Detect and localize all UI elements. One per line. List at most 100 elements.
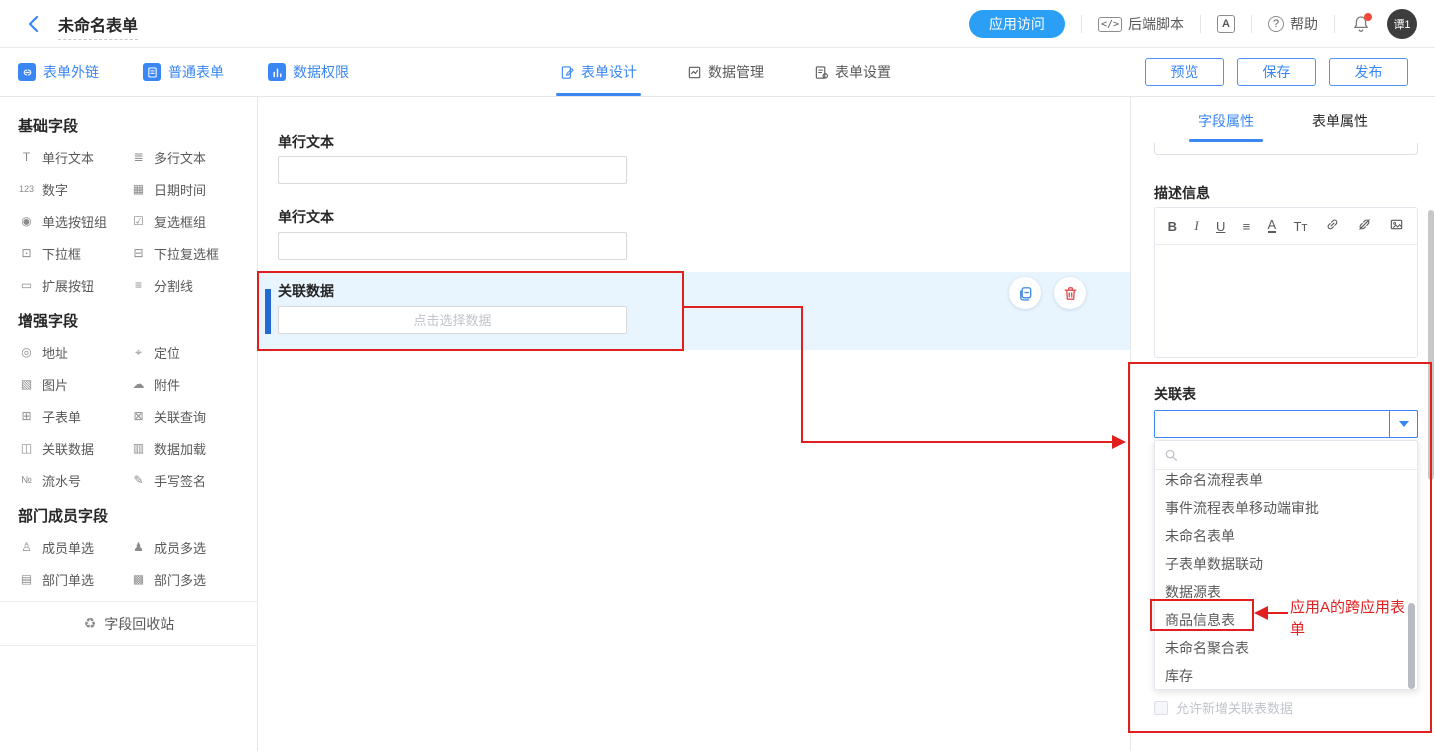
italic-icon[interactable]: I xyxy=(1194,218,1198,234)
backend-script-button[interactable]: </> 后端脚本 xyxy=(1098,14,1184,34)
translate-icon[interactable]: A xyxy=(1217,15,1235,33)
field-recycle-bin-button[interactable]: ♻ 字段回收站 xyxy=(0,601,258,646)
tab-form-design[interactable]: 表单设计 xyxy=(560,48,637,96)
data-load-icon: ▥ xyxy=(130,441,147,455)
notification-bell-icon[interactable] xyxy=(1351,14,1371,34)
field-type-label: 流水号 xyxy=(42,471,81,490)
code-icon: </> xyxy=(1098,17,1122,32)
back-icon[interactable] xyxy=(24,14,44,34)
field-type-item[interactable]: ▭扩展按钮 xyxy=(18,269,130,301)
save-button[interactable]: 保存 xyxy=(1237,58,1316,86)
linked-data-picker-input[interactable] xyxy=(278,306,627,334)
field-type-label: 地址 xyxy=(42,343,68,362)
relation-table-select-input[interactable] xyxy=(1155,411,1389,437)
tab-form-settings[interactable]: 表单设置 xyxy=(814,48,891,96)
field-type-label: 复选框组 xyxy=(154,212,206,231)
normal-form-button[interactable]: 普通表单 xyxy=(143,62,224,82)
dropdown-option[interactable]: 未命名表单 xyxy=(1155,522,1417,550)
field-type-item[interactable]: ⊠关联查询 xyxy=(130,400,242,432)
font-color-icon[interactable]: A xyxy=(1268,219,1277,233)
dropdown-option[interactable]: 未命名聚合表 xyxy=(1155,634,1417,662)
tab-data-management[interactable]: 数据管理 xyxy=(687,48,764,96)
description-rich-text-editor[interactable]: B I U ≡ A Tт xyxy=(1154,207,1418,358)
number-icon: 123 xyxy=(18,184,35,194)
single-line-text-input[interactable] xyxy=(278,156,627,184)
field-type-item[interactable]: ▤部门单选 xyxy=(18,563,130,595)
select-caret-area[interactable] xyxy=(1389,411,1417,437)
field-type-label: 日期时间 xyxy=(154,180,206,199)
single-line-text-input[interactable] xyxy=(278,232,627,260)
align-icon[interactable]: ≡ xyxy=(1243,219,1251,234)
field-type-item[interactable]: ⌖定位 xyxy=(130,336,242,368)
help-button[interactable]: ? 帮助 xyxy=(1268,14,1318,34)
dropdown-option[interactable]: 数据源表 xyxy=(1155,578,1417,606)
checkbox-unchecked-icon[interactable] xyxy=(1154,701,1168,715)
notification-dot xyxy=(1364,13,1372,21)
duplicate-field-button[interactable] xyxy=(1009,277,1041,309)
member-single-icon: ♙ xyxy=(18,540,35,554)
page-title[interactable]: 未命名表单 xyxy=(58,18,138,40)
remove-link-icon[interactable] xyxy=(1357,217,1372,235)
tab-field-properties[interactable]: 字段属性 xyxy=(1198,97,1254,144)
field-type-item[interactable]: ≣多行文本 xyxy=(130,141,242,173)
field-type-item[interactable]: ☑ 复选框组 xyxy=(130,205,242,237)
avatar[interactable]: 谭1 xyxy=(1387,9,1417,39)
field-type-item[interactable]: ✎ 手写签名 xyxy=(130,464,242,496)
field-type-item[interactable]: ◎地址 xyxy=(18,336,130,368)
field-title-input-partial[interactable] xyxy=(1154,143,1418,155)
recycle-icon: ♻ xyxy=(84,615,97,632)
dropdown-option[interactable]: 库存 xyxy=(1155,662,1417,689)
publish-button[interactable]: 发布 xyxy=(1329,58,1408,86)
signature-icon: ✎ xyxy=(130,473,147,487)
checkbox-group-icon: ☑ xyxy=(130,214,147,228)
insert-link-icon[interactable] xyxy=(1325,217,1340,235)
tab-form-properties[interactable]: 表单属性 xyxy=(1312,97,1368,144)
field-type-item[interactable]: ⊞子表单 xyxy=(18,400,130,432)
description-editor-content[interactable] xyxy=(1155,245,1417,357)
linked-data-field-selected[interactable]: 关联数据 xyxy=(258,272,1130,350)
form-external-link-label: 表单外链 xyxy=(43,62,99,82)
field-type-item[interactable]: ⊟下拉复选框 xyxy=(130,237,242,269)
location-icon: ⌖ xyxy=(130,345,147,360)
field-type-item[interactable]: ▩部门多选 xyxy=(130,563,242,595)
bold-icon[interactable]: B xyxy=(1168,219,1177,234)
dropdown-option-product-info[interactable]: 商品信息表 xyxy=(1155,606,1417,634)
field-type-item[interactable]: №流水号 xyxy=(18,464,130,496)
field-type-item[interactable]: ⊡下拉框 xyxy=(18,237,130,269)
font-size-icon[interactable]: Tт xyxy=(1294,219,1308,234)
form-external-link-button[interactable]: 表单外链 xyxy=(18,62,99,82)
field-type-item[interactable]: ▥数据加载 xyxy=(130,432,242,464)
preview-button[interactable]: 预览 xyxy=(1145,58,1224,86)
field-type-item[interactable]: ☁附件 xyxy=(130,368,242,400)
field-type-item[interactable]: ♙成员单选 xyxy=(18,531,130,563)
delete-field-button[interactable] xyxy=(1054,277,1086,309)
underline-icon[interactable]: U xyxy=(1216,219,1225,234)
field-type-label: 图片 xyxy=(42,375,68,394)
field-type-item[interactable]: ▦日期时间 xyxy=(130,173,242,205)
insert-image-icon[interactable] xyxy=(1389,217,1404,235)
toolbar: 表单外链 普通表单 数据权限 表单设计 数据管理 表单设置 xyxy=(0,48,1435,97)
data-permission-button[interactable]: 数据权限 xyxy=(268,62,349,82)
dropdown-option[interactable]: 未命名流程表单 xyxy=(1155,471,1417,494)
field-type-item[interactable]: ≡分割线 xyxy=(130,269,242,301)
relation-table-select[interactable] xyxy=(1154,410,1418,438)
divider xyxy=(1251,15,1252,33)
field-type-item[interactable]: ▧图片 xyxy=(18,368,130,400)
dropdown-search-input[interactable] xyxy=(1185,448,1408,463)
field-type-item[interactable]: T单行文本 xyxy=(18,141,130,173)
field-type-item[interactable]: ◉单选按钮组 xyxy=(18,205,130,237)
form-design-icon xyxy=(560,65,575,80)
app-access-button[interactable]: 应用访问 xyxy=(969,10,1065,38)
field-type-label: 手写签名 xyxy=(154,471,206,490)
panel-scrollbar[interactable] xyxy=(1428,210,1434,480)
field-type-label: 单选按钮组 xyxy=(42,212,107,231)
field-type-item[interactable]: 123数字 xyxy=(18,173,130,205)
dropdown-scrollbar[interactable] xyxy=(1408,603,1415,689)
dropdown-option[interactable]: 子表单数据联动 xyxy=(1155,550,1417,578)
field-type-item[interactable]: ◫关联数据 xyxy=(18,432,130,464)
dropdown-search-row[interactable] xyxy=(1155,441,1417,470)
field-type-item[interactable]: ♟成员多选 xyxy=(130,531,242,563)
field-type-label: 单行文本 xyxy=(42,148,94,167)
normal-form-icon xyxy=(143,63,161,81)
dropdown-option[interactable]: 事件流程表单移动端审批 xyxy=(1155,494,1417,522)
